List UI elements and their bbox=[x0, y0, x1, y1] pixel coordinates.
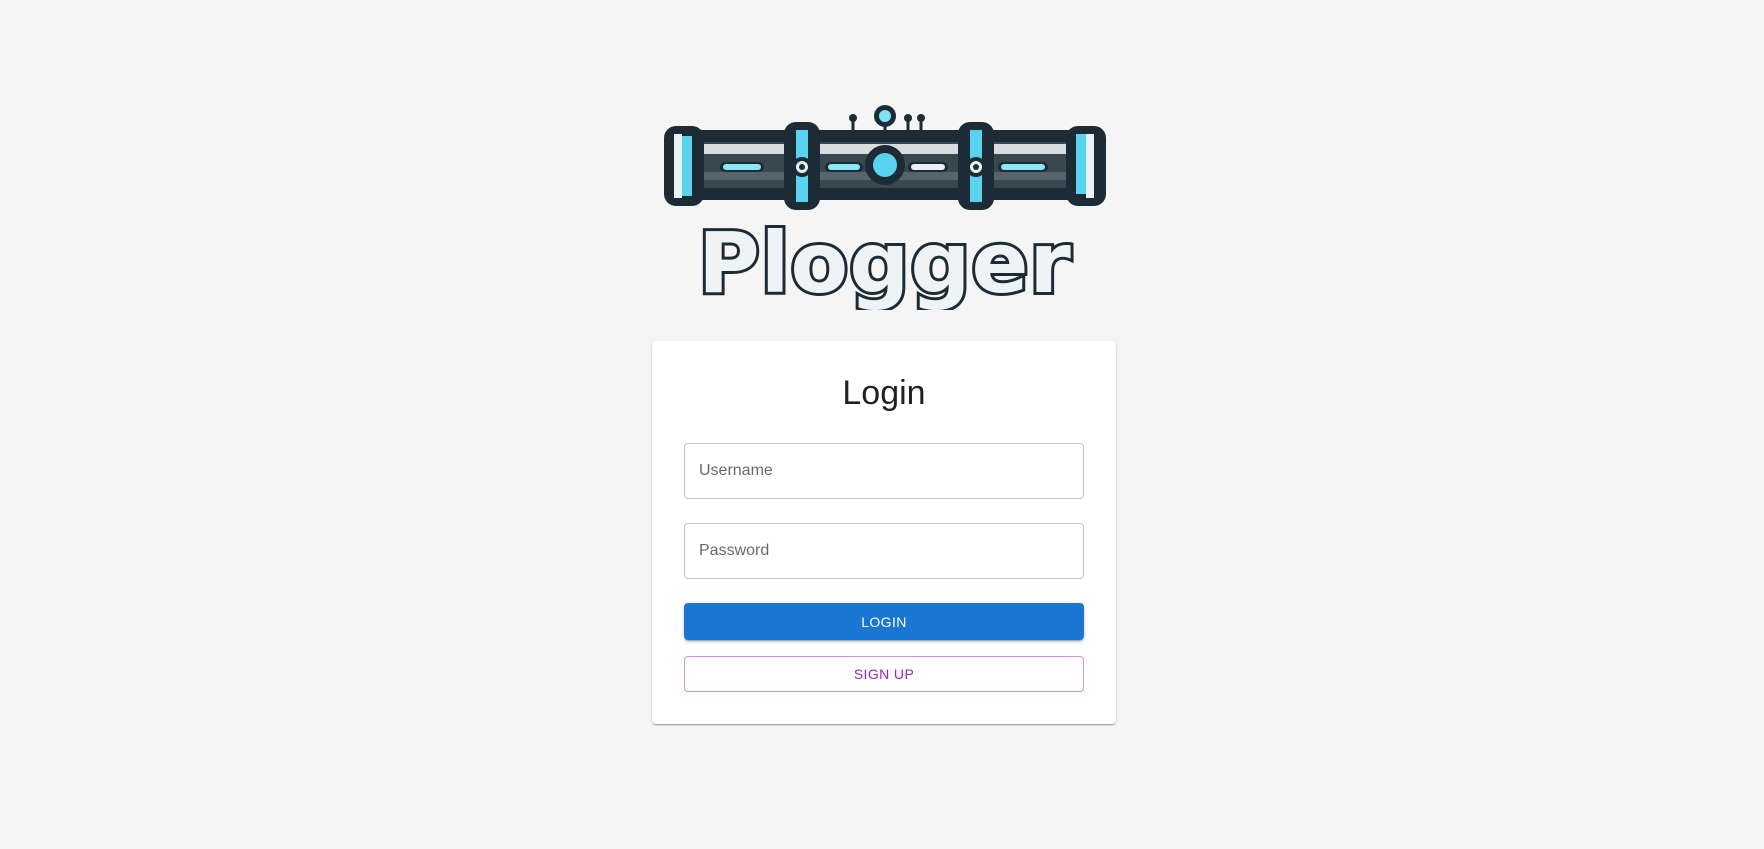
plogger-logo: Plogger bbox=[660, 100, 1110, 310]
login-button[interactable]: LOGIN bbox=[684, 603, 1084, 640]
login-card: Login LOGIN SIGN UP bbox=[652, 341, 1116, 724]
logo-wordmark: Plogger bbox=[698, 214, 1072, 310]
signup-button[interactable]: SIGN UP bbox=[684, 656, 1084, 692]
login-page: Plogger Login LOGIN SIGN UP bbox=[0, 0, 1764, 849]
username-input[interactable] bbox=[684, 443, 1084, 499]
pipeline-logo-icon: Plogger bbox=[664, 105, 1106, 310]
login-title: Login bbox=[842, 374, 926, 412]
password-input[interactable] bbox=[684, 523, 1084, 579]
